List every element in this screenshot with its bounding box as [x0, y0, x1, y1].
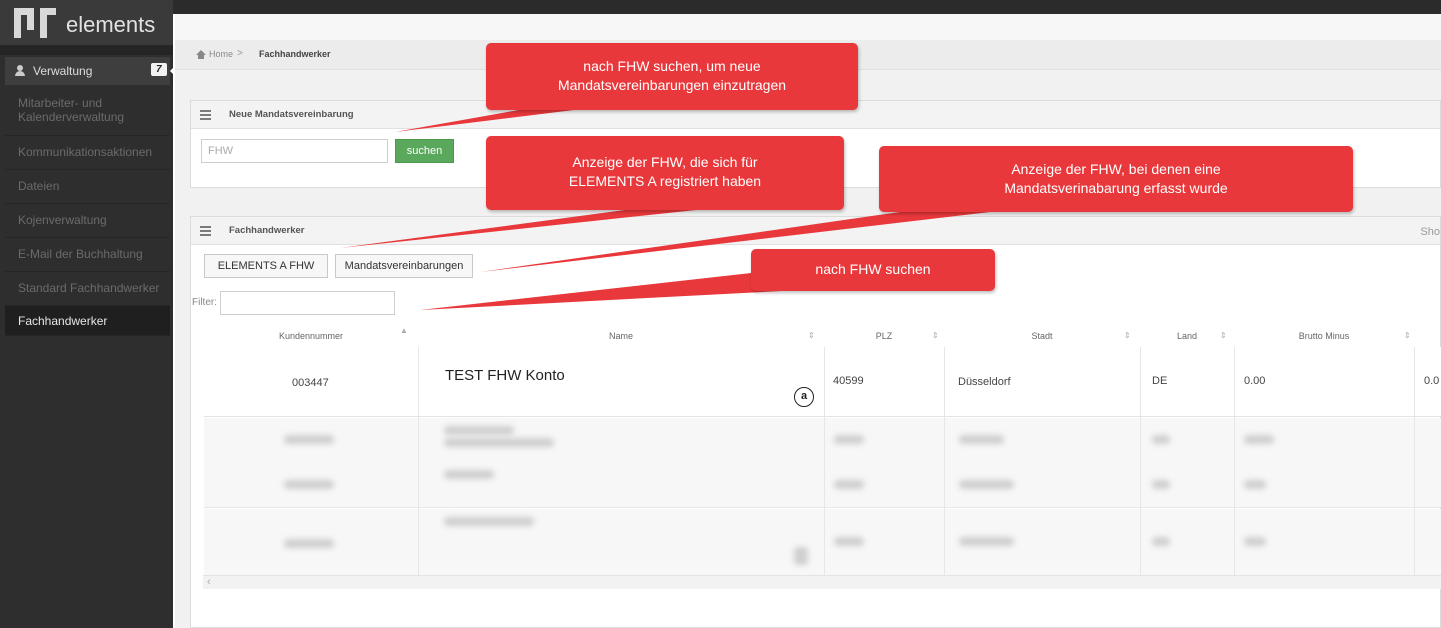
- sidebar: elements Verwaltung 7 Mitarbeiter- und K…: [0, 0, 176, 628]
- sidebar-item-label: Kommunikationsaktionen: [18, 145, 153, 159]
- sort-asc-icon[interactable]: ▲: [400, 326, 408, 335]
- scroll-left-icon[interactable]: ‹: [207, 576, 211, 588]
- callout-text: ELEMENTS A registriert haben: [568, 173, 762, 189]
- cell-kundennummer: 003447: [292, 377, 329, 389]
- annotation-callout: nach FHW suchen, um neue Mandatsvereinba…: [486, 43, 858, 110]
- sidebar-item-standard-fachhandwerker[interactable]: Standard Fachhandwerker: [5, 272, 170, 306]
- callout-text: nach FHW suchen, um neue: [583, 58, 761, 74]
- column-header-brutto-minus[interactable]: Brutto Minus: [1234, 325, 1414, 347]
- sidebar-item-kojenverwaltung[interactable]: Kojenverwaltung: [5, 204, 170, 238]
- panel-title: Neue Mandatsvereinbarung: [229, 109, 354, 120]
- breadcrumb-current: Fachhandwerker: [259, 49, 331, 59]
- logo[interactable]: elements: [0, 0, 173, 45]
- annotation-callout: nach FHW suchen: [751, 249, 995, 291]
- callout-text: Mandatsverinabarung erfasst wurde: [1004, 180, 1228, 196]
- annotation-callout: Anzeige der FHW, bei denen eine Mandatsv…: [879, 146, 1353, 212]
- count-badge: 7: [151, 63, 167, 76]
- user-icon: [15, 65, 25, 77]
- fhw-search-input[interactable]: [201, 139, 388, 163]
- elements-a-fhw-button[interactable]: ELEMENTS A FHW: [204, 254, 328, 278]
- breadcrumb-home-link[interactable]: Home: [209, 49, 233, 59]
- sidebar-item-mitarbeiter[interactable]: Mitarbeiter- und Kalenderverwaltung: [5, 88, 170, 136]
- callout-text: Mandatsvereinbarungen einzutragen: [557, 77, 787, 93]
- filter-input[interactable]: [220, 291, 395, 315]
- sidebar-item-dateien[interactable]: Dateien: [5, 170, 170, 204]
- sidebar-item-fachhandwerker[interactable]: Fachhandwerker: [5, 306, 170, 336]
- sort-icon[interactable]: ⇕: [808, 331, 815, 340]
- callout-text: Anzeige der FHW, bei denen eine: [1011, 161, 1221, 177]
- sidebar-item-kommunikationsaktionen[interactable]: Kommunikationsaktionen: [5, 136, 170, 170]
- sort-icon[interactable]: ⇕: [1124, 331, 1131, 340]
- sidebar-item-label: Kojenverwaltung: [18, 213, 107, 227]
- callout-text: Anzeige der FHW, die sich für: [572, 154, 758, 170]
- cell-next: 0.0: [1424, 375, 1440, 387]
- sidebar-item-label: Mitarbeiter- und: [18, 96, 103, 110]
- sort-icon[interactable]: ⇕: [1220, 331, 1227, 340]
- sidebar-item-label: Kalenderverwaltung: [18, 110, 125, 124]
- sort-icon[interactable]: ⇕: [932, 331, 939, 340]
- annotation-callout: Anzeige der FHW, die sich für ELEMENTS A…: [486, 136, 844, 210]
- top-bar: [0, 0, 1441, 14]
- sidebar-item-label: Dateien: [18, 179, 60, 193]
- column-header-plz[interactable]: PLZ: [824, 325, 944, 347]
- amazon-icon[interactable]: a: [794, 387, 814, 407]
- show-entries-label: Sho: [1420, 226, 1440, 238]
- sidebar-item-label: Standard Fachhandwerker: [18, 281, 160, 295]
- cell-stadt: Düsseldorf: [958, 376, 1011, 388]
- elements-logo-icon: [14, 8, 58, 38]
- cell-name: TEST FHW Konto: [445, 367, 565, 384]
- breadcrumb-separator: >: [237, 48, 243, 59]
- search-button[interactable]: suchen: [395, 139, 454, 163]
- column-header-stadt[interactable]: Stadt: [944, 325, 1140, 347]
- home-icon[interactable]: [196, 50, 206, 59]
- cell-brutto-minus: 0.00: [1244, 375, 1266, 387]
- callout-text: nach FHW suchen: [815, 261, 931, 277]
- cell-plz: 40599: [833, 375, 864, 387]
- list-icon: [200, 226, 211, 236]
- column-header-kundennummer[interactable]: Kundennummer: [204, 325, 418, 347]
- sidebar-item-email-buchhaltung[interactable]: E-Mail der Buchhaltung: [5, 238, 170, 272]
- table-row[interactable]: 003447 TEST FHW Konto a 40599 Düsseldorf…: [204, 347, 1441, 417]
- sidebar-item-label: E-Mail der Buchhaltung: [18, 247, 143, 261]
- panel-title: Fachhandwerker: [229, 225, 305, 236]
- sidebar-item-verwaltung[interactable]: Verwaltung 7: [5, 57, 176, 85]
- sidebar-item-label: Verwaltung: [33, 64, 93, 78]
- horizontal-scrollbar[interactable]: ‹: [203, 575, 1441, 589]
- mandates-button[interactable]: Mandatsvereinbarungen: [335, 254, 473, 278]
- table-row-blurred[interactable]: [204, 509, 1441, 579]
- filter-label: Filter:: [192, 297, 217, 308]
- sort-icon[interactable]: ⇕: [1404, 331, 1411, 340]
- column-header-name[interactable]: Name: [418, 325, 824, 347]
- list-icon: [200, 110, 211, 120]
- logo-text: elements: [66, 12, 156, 37]
- cell-land: DE: [1152, 375, 1168, 387]
- sidebar-item-label: Fachhandwerker: [18, 314, 108, 328]
- table-row-blurred[interactable]: [204, 418, 1441, 508]
